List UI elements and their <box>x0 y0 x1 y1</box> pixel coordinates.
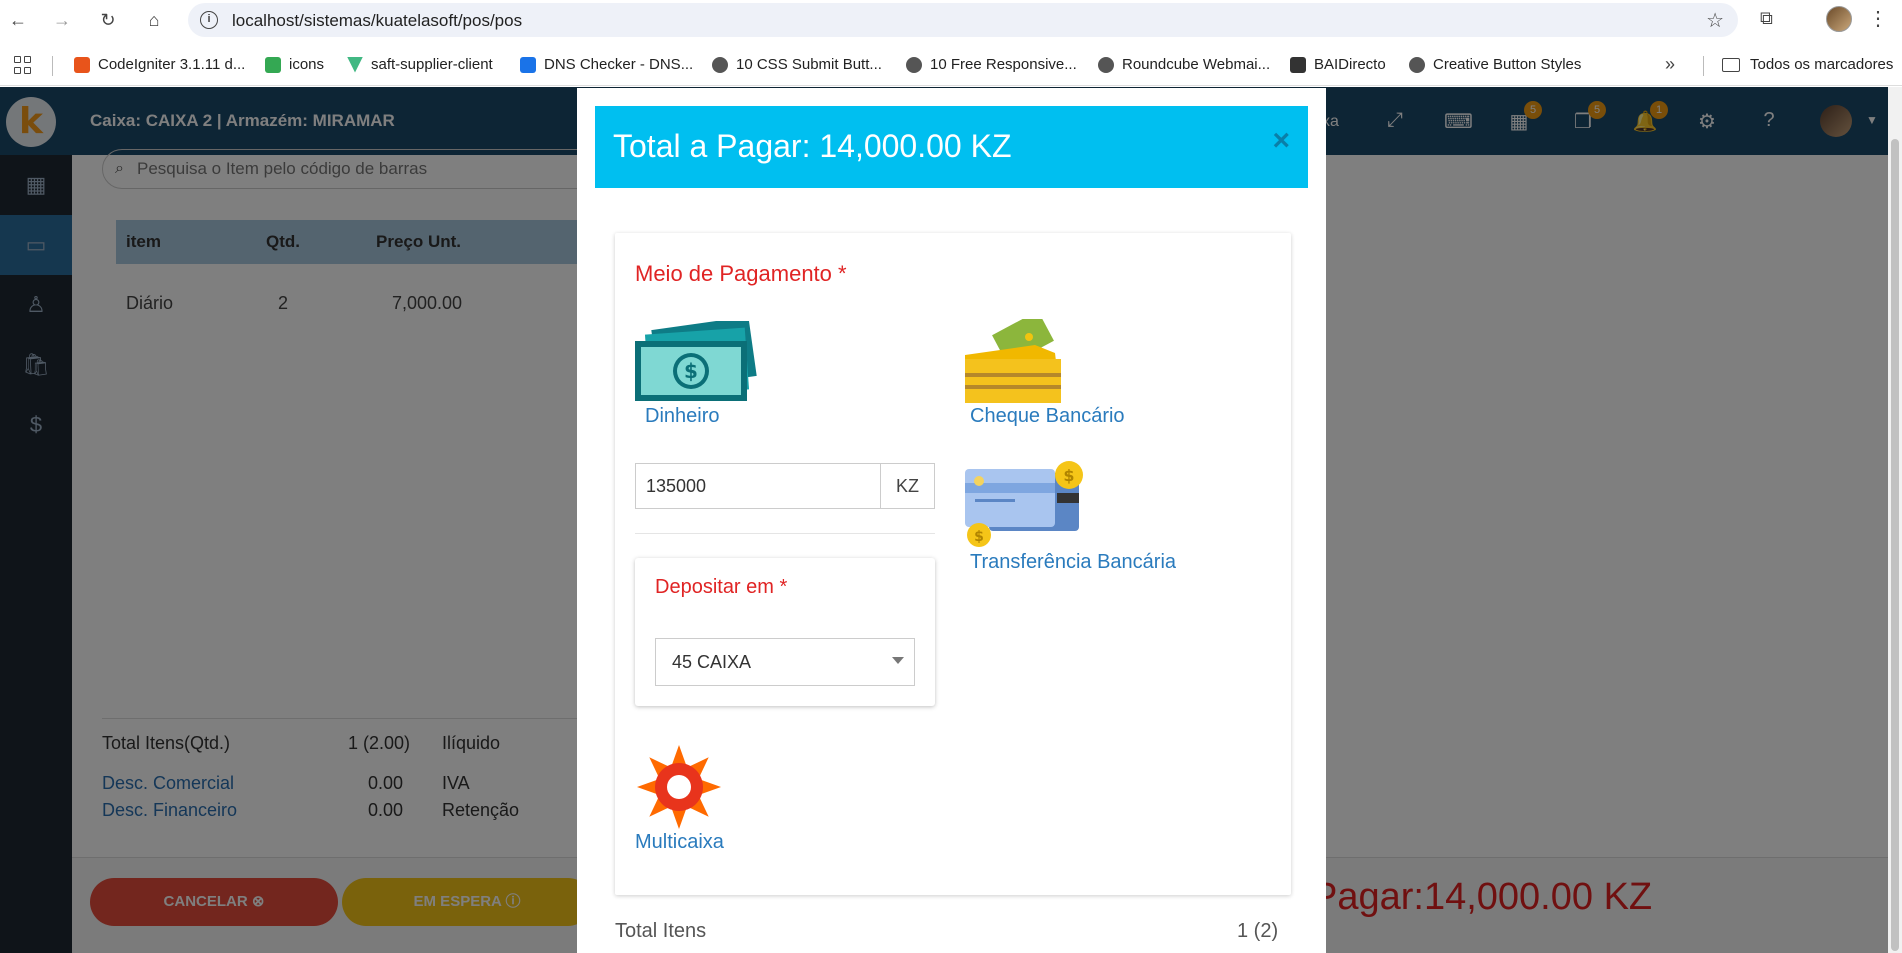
vue-icon <box>347 56 363 73</box>
deposit-select[interactable]: 45 CAIXA <box>655 638 915 686</box>
extensions-icon[interactable]: ⧉ <box>1760 8 1782 30</box>
globe-icon <box>906 56 922 73</box>
reload-icon[interactable]: ↻ <box>94 6 122 34</box>
bookmark-item[interactable]: 10 Free Responsive... <box>906 56 1077 73</box>
payment-modal: Total a Pagar: 14,000.00 KZ × Meio de Pa… <box>577 88 1326 953</box>
svg-text:$: $ <box>684 359 698 383</box>
bookmark-item[interactable]: Creative Button Styles <box>1409 56 1581 73</box>
footer-total-label: Total Itens <box>615 920 707 942</box>
browser-menu-icon[interactable]: ⋮ <box>1868 6 1888 31</box>
site-info-icon[interactable]: i <box>200 11 218 29</box>
browser-profile-avatar[interactable] <box>1826 6 1852 32</box>
more-bookmarks-icon[interactable]: » <box>1665 54 1675 75</box>
dns-checker-icon <box>520 56 536 73</box>
browser-toolbar: ← → ↻ ⌂ i localhost/sistemas/kuatelasoft… <box>0 0 1902 40</box>
chevron-down-icon <box>892 657 904 664</box>
bookmark-item[interactable]: Roundcube Webmai... <box>1098 56 1270 73</box>
svg-text:$: $ <box>974 529 984 545</box>
cash-money-icon[interactable]: $ <box>635 321 759 403</box>
bookmark-item[interactable]: 10 CSS Submit Butt... <box>712 56 882 73</box>
bookmark-item[interactable]: saft-supplier-client <box>347 56 493 73</box>
wallet-icon[interactable] <box>965 319 1065 405</box>
bookmarks-bar: CodeIgniter 3.1.11 d... icons saft-suppl… <box>0 44 1902 86</box>
globe-icon <box>1098 56 1114 73</box>
deposit-card: Depositar em * 45 CAIXA <box>635 558 935 706</box>
credit-card-icon[interactable]: $ $ <box>965 459 1097 549</box>
payment-method-cheque[interactable]: Cheque Bancário <box>970 405 1125 428</box>
bookmark-item[interactable]: BAIDirecto <box>1290 56 1386 73</box>
payment-method-title: Meio de Pagamento * <box>635 261 847 286</box>
bookmark-item[interactable]: icons <box>265 56 324 73</box>
all-bookmarks-folder[interactable]: Todos os marcadores <box>1722 56 1893 73</box>
page-scrollbar[interactable] <box>1888 87 1902 953</box>
deposit-title: Depositar em * <box>655 576 788 598</box>
payment-method-panel: Meio de Pagamento * $ Dinheiro Cheque Ba… <box>615 233 1291 895</box>
section-divider <box>635 533 935 534</box>
bookmark-item[interactable]: DNS Checker - DNS... <box>520 56 693 73</box>
forward-icon[interactable]: → <box>48 6 76 34</box>
bookmark-item[interactable]: CodeIgniter 3.1.11 d... <box>74 56 245 73</box>
currency-addon: KZ <box>880 463 935 509</box>
globe-icon <box>1409 56 1425 73</box>
address-bar[interactable]: i localhost/sistemas/kuatelasoft/pos/pos… <box>188 3 1738 37</box>
back-icon[interactable]: ← <box>4 6 32 34</box>
apps-grid-icon[interactable] <box>14 56 32 74</box>
multicaixa-logo-icon[interactable] <box>635 743 723 831</box>
icons-site-icon <box>265 56 281 73</box>
modal-header: Total a Pagar: 14,000.00 KZ × <box>595 106 1308 188</box>
globe-icon <box>712 56 728 73</box>
payment-method-transfer[interactable]: Transferência Bancária <box>970 551 1176 574</box>
payment-method-multicaixa[interactable]: Multicaixa <box>635 831 724 854</box>
codeigniter-icon <box>74 56 90 73</box>
bookmarks-divider <box>1703 56 1704 76</box>
payment-method-cash[interactable]: Dinheiro <box>645 405 719 428</box>
footer-total-value: 1 (2) <box>1237 920 1279 942</box>
cash-amount-input[interactable]: 135000 <box>635 463 880 509</box>
svg-text:$: $ <box>1063 466 1074 485</box>
scrollbar-thumb[interactable] <box>1891 139 1899 951</box>
folder-icon <box>1722 57 1740 72</box>
cash-amount-group: 135000 KZ <box>635 463 935 509</box>
modal-title: Total a Pagar: 14,000.00 KZ <box>613 128 1012 164</box>
close-icon[interactable]: × <box>1272 124 1290 158</box>
bookmark-star-icon[interactable]: ☆ <box>1706 8 1724 33</box>
bookmarks-divider <box>52 56 53 76</box>
url-text[interactable]: localhost/sistemas/kuatelasoft/pos/pos <box>232 11 522 31</box>
baidirecto-icon <box>1290 56 1306 73</box>
home-icon[interactable]: ⌂ <box>140 6 168 34</box>
